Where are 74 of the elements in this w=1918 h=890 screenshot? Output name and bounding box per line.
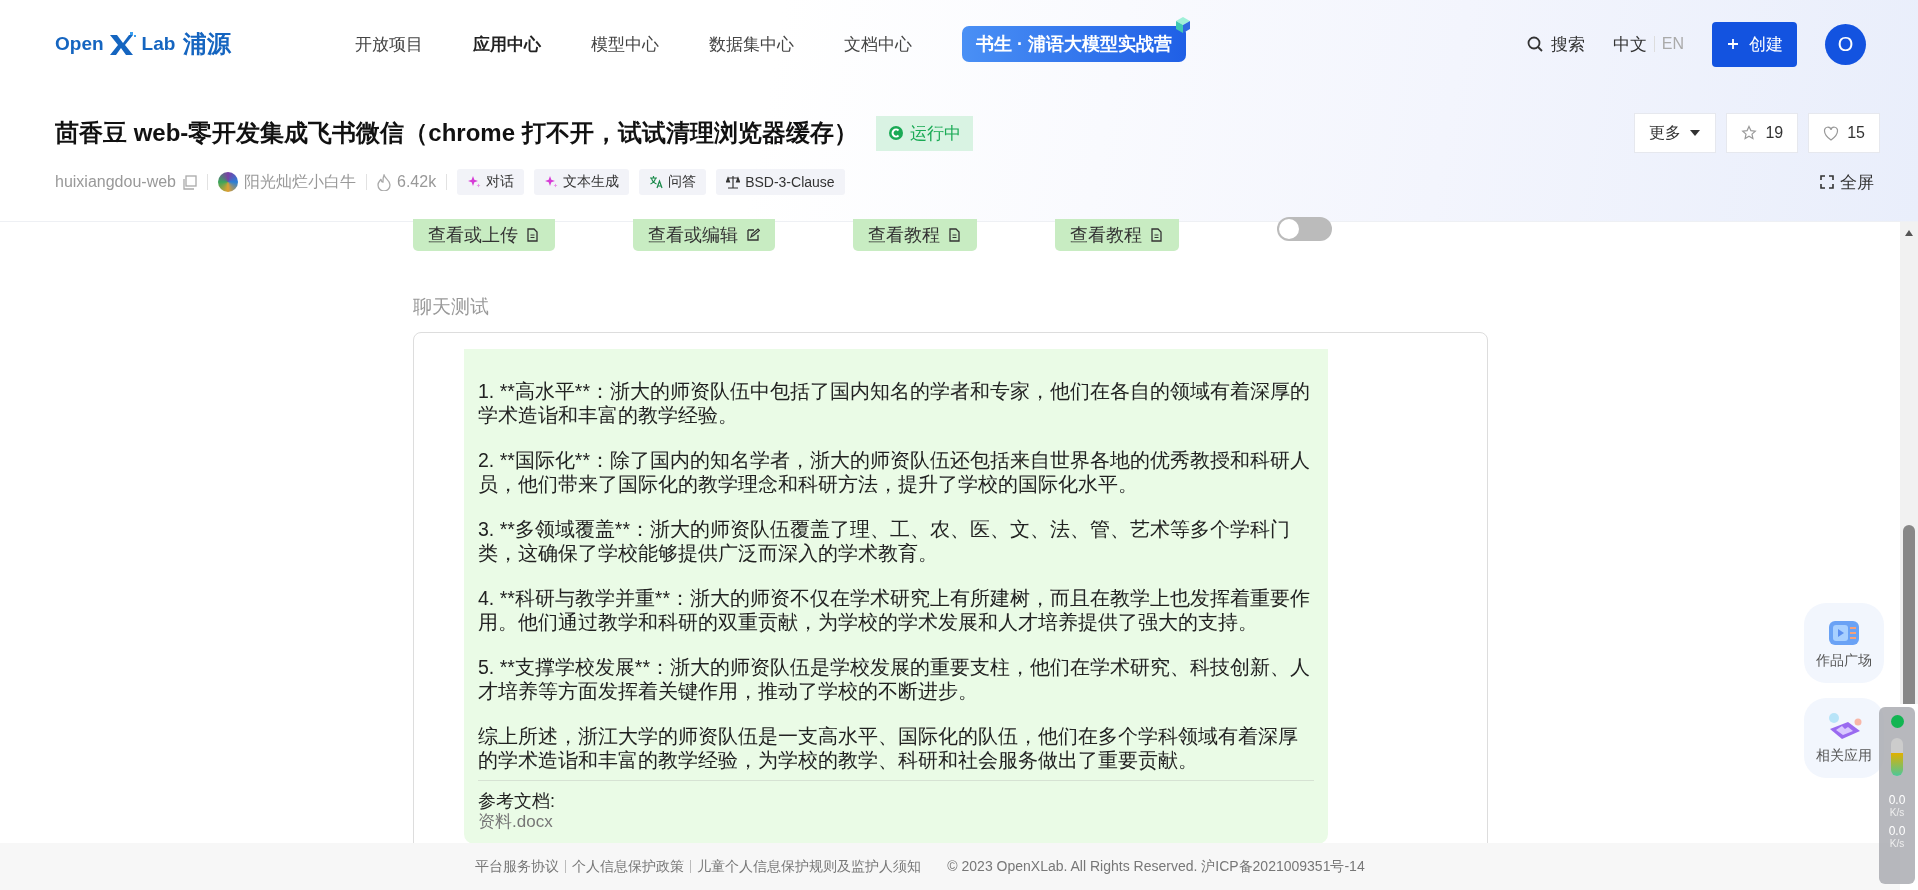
sparkle-icon <box>467 175 482 189</box>
heart-icon <box>1823 125 1840 141</box>
document-icon <box>948 228 962 242</box>
search-icon[interactable] <box>1526 36 1543 52</box>
tag-label: 文本生成 <box>563 173 620 191</box>
language-option[interactable]: 中文 <box>1612 32 1647 56</box>
footer-link[interactable]: 个人信息保护政策 <box>572 857 685 876</box>
copy-icon[interactable] <box>182 174 197 190</box>
message-paragraph: 3. **多领域覆盖**：浙大的师资队伍覆盖了理、工、农、医、文、法、管、艺术等多个学科门类，这确保了学校能够提供广泛而深入的学术教育。 <box>478 517 1292 565</box>
scrollbar-thumb[interactable] <box>1903 525 1915 704</box>
tag-label: BSD-3-Clause <box>745 174 835 190</box>
star-icon <box>1741 125 1758 141</box>
plus-icon <box>1726 37 1739 50</box>
tag[interactable]: 对话 <box>457 169 525 195</box>
logo-text: 浦源 <box>183 29 232 59</box>
tag[interactable]: BSD-3-Clause <box>716 169 845 195</box>
copyright-text: © 2023 OpenXLab. All Rights Reserved. 沪ICP备2021009351号-14 <box>947 857 1365 876</box>
view-count: 6.42k <box>397 173 437 191</box>
nav-tab[interactable]: 开放项目 <box>355 32 423 56</box>
project-title: 茴香豆 web-零开发集成飞书微信（chrome 打不开，试试清理浏览器缓存） <box>55 118 858 148</box>
view-button[interactable]: 查看教程 <box>1055 219 1179 251</box>
section-title: 聊天测试 <box>413 295 490 319</box>
tag[interactable]: 问答 <box>639 169 707 195</box>
tag-label: 对话 <box>486 173 515 191</box>
nav-tab[interactable]: 模型中心 <box>591 32 659 56</box>
message-paragraph: 1. **高水平**：浙大的师资队伍中包括了国内知名的学者和专家，他们在各自的领域有着深厚的学术造诣和丰富的教学经验。 <box>478 379 1312 427</box>
document-icon <box>1150 228 1164 242</box>
edit-icon <box>746 228 760 242</box>
scale-icon <box>726 175 741 189</box>
scroll-up-icon[interactable] <box>1904 229 1914 237</box>
reference-link[interactable]: 资料.docx <box>478 812 1314 832</box>
scrollbar[interactable] <box>1900 222 1918 704</box>
user-avatar[interactable]: O <box>1825 23 1866 65</box>
like-button[interactable]: 15 <box>1808 113 1880 153</box>
tag[interactable]: 文本生成 <box>534 169 630 195</box>
search-link[interactable]: 搜索 <box>1550 32 1585 56</box>
translate-icon <box>649 175 664 189</box>
upload-speed: 0.0 <box>1888 794 1906 807</box>
message-paragraph: 5. **支撑学校发展**：浙大的师资队伍是学校发展的重要支柱，他们在学术研究、科技创新、人才培养等方面发挥着关键作用，推动了学校的不断进步。 <box>478 655 1312 703</box>
message-paragraph: 4. **科研与教学并重**：浙大的师资不仅在学术研究上有所建树，而且在教学上也发挥着重要作用。他们通过教学和科研的双重贡献，为学校的学术发展和人才培养提供了强大的支持。 <box>478 586 1312 634</box>
repo-name: huixiangdou-web <box>55 173 176 191</box>
logo-text: Open <box>55 33 104 55</box>
promo-banner[interactable]: 书生 · 浦语大模型实战营 <box>962 26 1186 62</box>
logo-text: Lab <box>141 33 176 55</box>
message-paragraph: 综上所述，浙江大学的师资队伍是一支高水平、国际化的队伍，他们在多个学科领域有着深厚的学术造诣和丰富的教学经验，为学校的教学、科研和社会服务做出了重要贡献。 <box>478 724 1299 772</box>
more-button[interactable]: 更多 <box>1634 113 1717 153</box>
download-speed: 0.0 <box>1888 825 1906 838</box>
status-icon <box>887 125 904 141</box>
nav-tab[interactable]: 文档中心 <box>844 32 912 56</box>
fullscreen-icon <box>1820 175 1834 189</box>
nav-tab[interactable]: 数据集中心 <box>709 32 794 56</box>
author-avatar <box>218 172 238 192</box>
sparkle-icon <box>544 175 559 189</box>
caret-down-icon <box>1689 129 1702 137</box>
view-button[interactable]: 查看教程 <box>853 219 977 251</box>
status-text: 运行中 <box>909 122 961 145</box>
view-button[interactable]: 查看或编辑 <box>633 219 775 251</box>
nav-tab[interactable]: 应用中心 <box>473 32 541 56</box>
floating-shortcut[interactable]: 作品广场 <box>1804 603 1884 683</box>
create-button[interactable]: 创建 <box>1712 21 1797 67</box>
footer-link[interactable]: 平台服务协议 <box>475 857 560 876</box>
document-icon <box>526 228 540 242</box>
message-paragraph: 2. **国际化**：除了国内的知名学者，浙大的师资队伍还包括来自世界各地的优秀教授和科研人员，他们带来了国际化的教学理念和科研方法，提升了学校的国际化水平。 <box>478 448 1312 496</box>
references-label: 参考文档: <box>478 791 556 812</box>
view-button[interactable]: 查看或上传 <box>413 219 555 251</box>
status-dot <box>1890 715 1904 728</box>
tag-label: 问答 <box>668 173 697 191</box>
logo-x-icon <box>107 31 138 57</box>
star-button[interactable]: 19 <box>1726 113 1799 153</box>
flame-icon <box>377 173 391 191</box>
fullscreen-button[interactable]: 全屏 <box>1814 169 1880 195</box>
usage-gauge <box>1891 738 1903 776</box>
footer-link[interactable]: 儿童个人信息保护规则及监护人须知 <box>697 857 922 876</box>
toggle-switch[interactable] <box>1277 217 1332 241</box>
